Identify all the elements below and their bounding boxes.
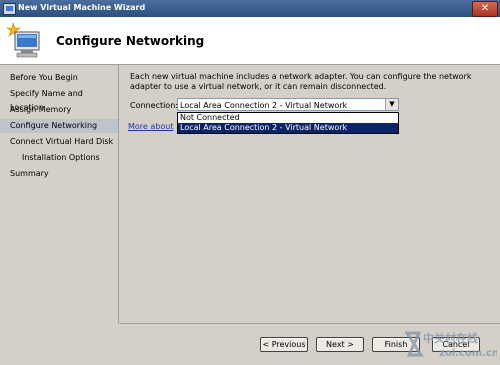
watermark-logo: 中关村在线 zol.com.cn <box>405 331 497 359</box>
next-button[interactable]: Next > <box>316 337 364 352</box>
option-not-connected[interactable]: Not Connected <box>178 113 398 123</box>
step-connect-disk[interactable]: Connect Virtual Hard Disk <box>0 135 118 149</box>
wizard-header: Configure Networking <box>0 17 500 65</box>
close-button[interactable]: ✕ <box>472 1 498 17</box>
more-about-link[interactable]: More about <box>128 122 173 131</box>
wizard-window: New Virtual Machine Wizard ✕ Configure N… <box>0 0 500 365</box>
previous-button[interactable]: < Previous <box>260 337 308 352</box>
option-local-area-connection[interactable]: Local Area Connection 2 - Virtual Networ… <box>178 123 398 133</box>
svg-text:zol.com.cn: zol.com.cn <box>439 348 497 359</box>
connection-label: Connection: <box>130 101 178 110</box>
svg-text:中关村在线: 中关村在线 <box>423 331 478 345</box>
wizard-steps: Before You Begin Specify Name and Locati… <box>0 65 118 365</box>
page-title: Configure Networking <box>56 34 205 48</box>
connection-select[interactable]: Local Area Connection 2 - Virtual Networ… <box>177 98 399 111</box>
step-summary[interactable]: Summary <box>0 167 118 181</box>
virtual-machine-icon <box>7 21 40 58</box>
main-panel: Each new virtual machine includes a netw… <box>119 65 500 323</box>
title-bar[interactable]: New Virtual Machine Wizard ✕ <box>0 0 500 17</box>
connection-dropdown-list: Not Connected Local Area Connection 2 - … <box>177 112 399 134</box>
connection-value: Local Area Connection 2 - Virtual Networ… <box>180 101 348 110</box>
step-configure-networking[interactable]: Configure Networking <box>0 119 118 133</box>
step-installation-options[interactable]: Installation Options <box>0 151 118 165</box>
step-specify-name[interactable]: Specify Name and Location <box>0 87 118 112</box>
step-before-you-begin[interactable]: Before You Begin <box>0 71 118 85</box>
chevron-down-icon[interactable]: ▼ <box>385 99 398 110</box>
app-icon <box>3 3 16 15</box>
step-assign-memory[interactable]: Assign Memory <box>0 103 118 117</box>
window-title: New Virtual Machine Wizard <box>18 3 146 12</box>
description-text: Each new virtual machine includes a netw… <box>130 72 472 91</box>
